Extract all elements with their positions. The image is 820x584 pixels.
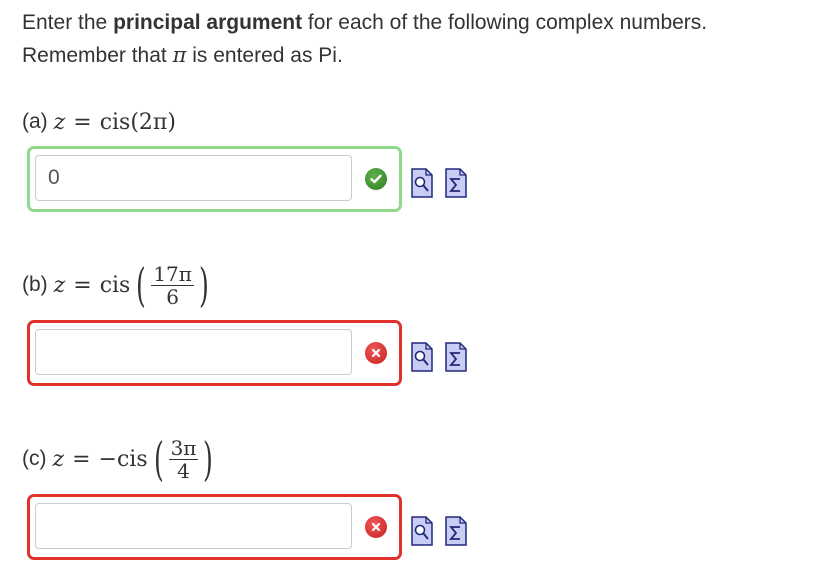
instructions-text: Enter the <box>22 11 114 34</box>
equals-sign: = <box>73 272 92 298</box>
right-paren: ) <box>198 258 209 312</box>
instructions: Enter the principal argument for each of… <box>22 6 812 72</box>
fraction-denominator: 4 <box>177 458 190 483</box>
equals-sign: = <box>73 109 92 135</box>
fraction-numerator: 3π <box>168 435 199 460</box>
answer-box-c <box>27 494 402 560</box>
fraction: 17π 6 <box>151 263 194 308</box>
question-a-label: (a) z = cis(2π) <box>22 104 176 140</box>
answer-box-b <box>27 320 402 386</box>
question-c-label: (c) z = −cis ( 3π 4 ) <box>22 428 217 490</box>
sigma-equation-editor-icon[interactable] <box>445 168 467 198</box>
left-paren: ( <box>136 258 147 312</box>
answer-input-c[interactable] <box>35 503 352 549</box>
variable-z: z <box>53 272 66 298</box>
question-tag: (b) <box>22 273 48 296</box>
instructions-line-1: Enter the principal argument for each of… <box>22 6 812 39</box>
x-circle-icon <box>365 516 387 538</box>
answer-input-b[interactable] <box>35 329 352 375</box>
instructions-text: is entered as Pi. <box>186 44 343 67</box>
function-name: −cis <box>98 446 148 472</box>
answer-box-a <box>27 146 402 212</box>
fraction: 3π 4 <box>168 435 199 483</box>
check-circle-icon <box>365 168 387 190</box>
magnifier-preview-icon[interactable] <box>411 168 433 198</box>
x-circle-icon <box>365 342 387 364</box>
equals-sign: = <box>72 446 91 472</box>
magnifier-preview-icon[interactable] <box>411 342 433 372</box>
instructions-text: Remember that <box>22 44 173 67</box>
expression: cis(2π) <box>99 109 176 135</box>
question-tag: (c) <box>22 447 47 470</box>
magnifier-preview-icon[interactable] <box>411 516 433 546</box>
instructions-bold-text: principal argument <box>113 11 303 34</box>
answer-input-a[interactable] <box>35 155 352 201</box>
sigma-equation-editor-icon[interactable] <box>445 342 467 372</box>
instructions-text: for each of the following complex number… <box>302 11 708 34</box>
left-paren: ( <box>153 432 164 486</box>
sigma-equation-editor-icon[interactable] <box>445 516 467 546</box>
right-paren: ) <box>203 432 214 486</box>
fraction-numerator: 17π <box>151 261 194 286</box>
variable-z: z <box>53 109 66 135</box>
pi-symbol: π <box>172 43 187 67</box>
question-b-label: (b) z = cis ( 17π 6 ) <box>22 254 213 316</box>
question-tag: (a) <box>22 110 48 133</box>
variable-z: z <box>52 446 65 472</box>
function-name: cis <box>99 272 131 298</box>
fraction-denominator: 6 <box>166 284 179 309</box>
instructions-line-2: Remember that π is entered as Pi. <box>22 39 812 72</box>
